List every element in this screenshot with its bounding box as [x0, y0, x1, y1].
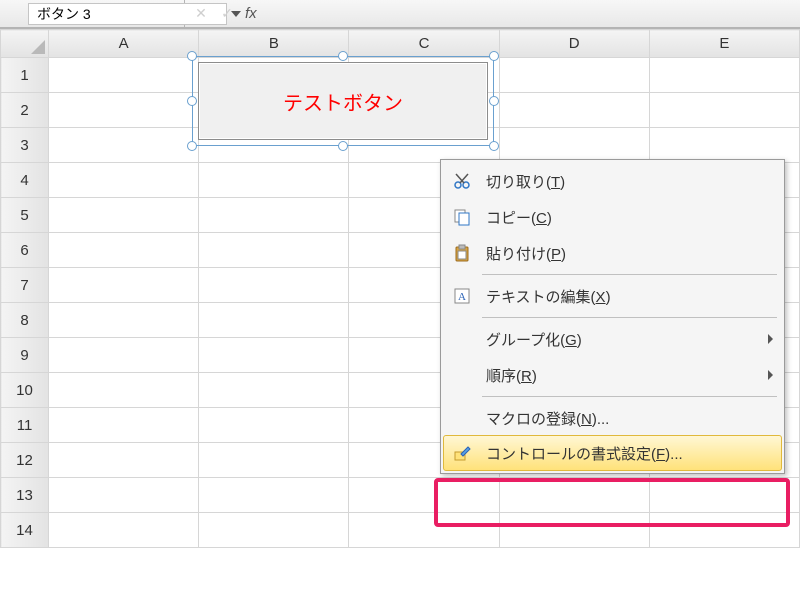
clipboard-icon [448, 241, 476, 265]
blank-icon [448, 327, 476, 351]
menu-item-paste[interactable]: 貼り付け(P) [444, 235, 781, 271]
row-header[interactable]: 13 [1, 478, 49, 513]
cell[interactable] [49, 373, 199, 408]
menu-separator [482, 396, 777, 397]
cell[interactable] [499, 478, 649, 513]
submenu-arrow-icon [768, 334, 773, 344]
cell[interactable] [349, 478, 499, 513]
row-header[interactable]: 6 [1, 233, 49, 268]
fx-button[interactable]: fx [245, 5, 257, 22]
cell[interactable] [49, 338, 199, 373]
cell[interactable] [49, 163, 199, 198]
cell[interactable] [49, 93, 199, 128]
column-header[interactable]: A [49, 30, 199, 58]
cell[interactable] [649, 128, 799, 163]
blank-icon [448, 406, 476, 430]
cell[interactable] [499, 58, 649, 93]
row-header[interactable]: 7 [1, 268, 49, 303]
cell[interactable] [649, 513, 799, 548]
context-menu: 切り取り(T) コピー(C) 貼り付け(P) A テキストの編集(X) グループ化(G) 順… [440, 159, 785, 474]
cell[interactable] [199, 233, 349, 268]
menu-separator [482, 317, 777, 318]
cell[interactable] [199, 163, 349, 198]
cell[interactable] [49, 443, 199, 478]
column-header[interactable]: E [649, 30, 799, 58]
row-header[interactable]: 11 [1, 408, 49, 443]
column-header[interactable]: C [349, 30, 499, 58]
cell[interactable] [49, 128, 199, 163]
menu-item-text-edit[interactable]: A テキストの編集(X) [444, 278, 781, 314]
row-header[interactable]: 1 [1, 58, 49, 93]
textedit-icon: A [448, 284, 476, 308]
menu-item-cut[interactable]: 切り取り(T) [444, 163, 781, 199]
cell[interactable] [49, 513, 199, 548]
menu-item-assign-macro[interactable]: マクロの登録(N)... [444, 400, 781, 436]
scissors-icon [448, 169, 476, 193]
cell[interactable] [649, 58, 799, 93]
cell[interactable] [49, 58, 199, 93]
cell[interactable] [349, 513, 499, 548]
select-all-corner[interactable] [1, 30, 49, 58]
menu-item-label: グループ化(G) [486, 329, 582, 350]
menu-item-label: 切り取り(T) [486, 171, 565, 192]
row-header[interactable]: 5 [1, 198, 49, 233]
cell[interactable] [49, 233, 199, 268]
menu-item-label: 順序(R) [486, 365, 537, 386]
row-header[interactable]: 12 [1, 443, 49, 478]
menu-item-label: テキストの編集(X) [486, 286, 611, 307]
cell[interactable] [499, 128, 649, 163]
submenu-arrow-icon [768, 370, 773, 380]
cell[interactable] [499, 513, 649, 548]
worksheet[interactable]: ABCDE 1234567891011121314 テストボタン 切り取り(T)… [0, 28, 800, 602]
cell[interactable] [199, 513, 349, 548]
cell[interactable] [49, 303, 199, 338]
menu-item-label: コントロールの書式設定(F)... [486, 443, 683, 464]
format-icon [448, 441, 476, 465]
row-header[interactable]: 2 [1, 93, 49, 128]
menu-item-format-ctrl[interactable]: コントロールの書式設定(F)... [443, 435, 782, 471]
row-header[interactable]: 14 [1, 513, 49, 548]
row-header[interactable]: 8 [1, 303, 49, 338]
copy-icon [448, 205, 476, 229]
menu-item-label: マクロの登録(N)... [486, 408, 609, 429]
test-button-label: テストボタン [283, 87, 403, 116]
cell[interactable] [49, 408, 199, 443]
row-header[interactable]: 10 [1, 373, 49, 408]
cell[interactable] [199, 408, 349, 443]
menu-item-order[interactable]: 順序(R) [444, 357, 781, 393]
cell[interactable] [649, 93, 799, 128]
cell[interactable] [499, 93, 649, 128]
cell[interactable] [649, 478, 799, 513]
menu-item-label: コピー(C) [486, 207, 552, 228]
blank-icon [448, 363, 476, 387]
svg-text:A: A [458, 291, 466, 303]
column-header[interactable]: B [199, 30, 349, 58]
menu-item-label: 貼り付け(P) [486, 243, 566, 264]
formula-bar: ✕ ✓ fx [0, 0, 800, 28]
row-header[interactable]: 3 [1, 128, 49, 163]
cell[interactable] [49, 198, 199, 233]
cell[interactable] [199, 443, 349, 478]
cancel-icon: ✕ [193, 5, 209, 22]
cell[interactable] [199, 373, 349, 408]
menu-separator [482, 274, 777, 275]
enter-icon: ✓ [219, 5, 235, 22]
menu-item-group[interactable]: グループ化(G) [444, 321, 781, 357]
cell[interactable] [199, 198, 349, 233]
cell[interactable] [199, 478, 349, 513]
cell[interactable] [199, 303, 349, 338]
column-header[interactable]: D [499, 30, 649, 58]
menu-item-copy[interactable]: コピー(C) [444, 199, 781, 235]
row-header[interactable]: 9 [1, 338, 49, 373]
name-box[interactable] [0, 0, 185, 27]
row-header[interactable]: 4 [1, 163, 49, 198]
cell[interactable] [199, 268, 349, 303]
cell[interactable] [49, 268, 199, 303]
cell[interactable] [49, 478, 199, 513]
test-button-shape[interactable]: テストボタン [198, 62, 488, 140]
cell[interactable] [199, 338, 349, 373]
